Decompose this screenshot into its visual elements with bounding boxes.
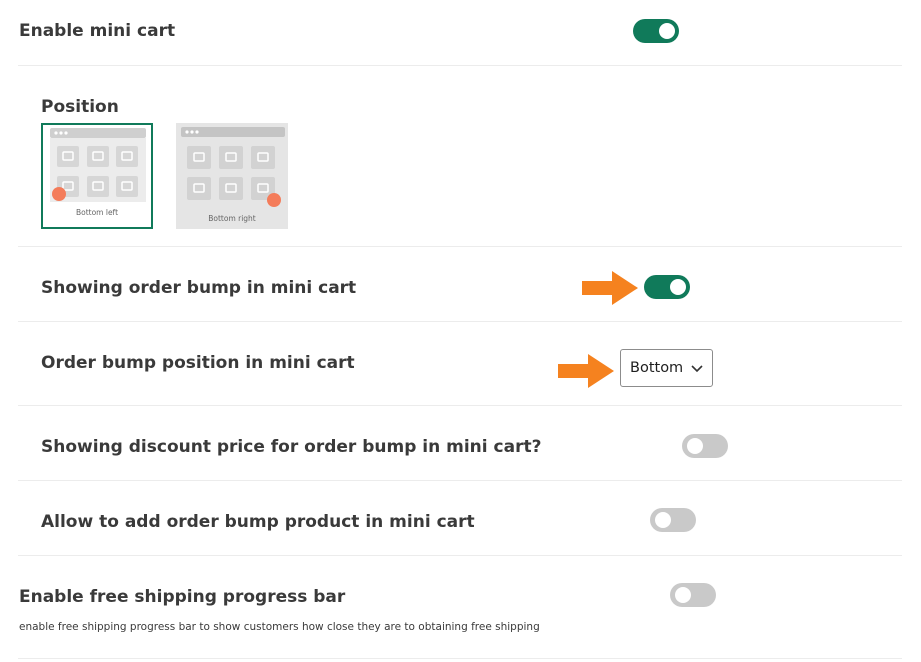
- enable-mini-cart-toggle[interactable]: [633, 19, 679, 43]
- order-bump-position-select[interactable]: Bottom: [620, 349, 713, 387]
- order-bump-toggle[interactable]: [644, 275, 690, 299]
- divider: [18, 555, 902, 556]
- position-option-bottom-left[interactable]: Bottom left: [41, 123, 153, 229]
- image-placeholder-icon: [187, 146, 275, 200]
- divider: [18, 321, 902, 322]
- toggle-knob: [655, 512, 671, 528]
- position-option-caption: Bottom right: [208, 214, 256, 223]
- free-shipping-toggle[interactable]: [670, 583, 716, 607]
- chevron-down-icon: [691, 365, 703, 373]
- free-shipping-description: enable free shipping progress bar to sho…: [19, 621, 540, 633]
- discount-price-label: Showing discount price for order bump in…: [41, 437, 542, 457]
- position-option-bottom-right[interactable]: Bottom right: [176, 123, 288, 229]
- toggle-knob: [659, 23, 675, 39]
- order-bump-position-label: Order bump position in mini cart: [41, 353, 355, 373]
- allow-add-toggle[interactable]: [650, 508, 696, 532]
- discount-price-toggle[interactable]: [682, 434, 728, 458]
- divider: [18, 246, 902, 247]
- divider: [18, 658, 902, 659]
- allow-add-label: Allow to add order bump product in mini …: [41, 512, 475, 532]
- order-bump-label: Showing order bump in mini cart: [41, 278, 357, 298]
- arrow-right-icon: [582, 271, 638, 305]
- position-option-caption: Bottom left: [75, 208, 119, 217]
- toggle-knob: [675, 587, 691, 603]
- divider: [18, 65, 902, 66]
- position-label: Position: [41, 97, 119, 117]
- divider: [18, 405, 902, 406]
- enable-mini-cart-label: Enable mini cart: [19, 21, 176, 41]
- arrow-right-icon: [558, 354, 614, 388]
- order-bump-position-value: Bottom: [630, 360, 684, 376]
- toggle-knob: [670, 279, 686, 295]
- divider: [18, 480, 902, 481]
- toggle-knob: [687, 438, 703, 454]
- free-shipping-label: Enable free shipping progress bar: [19, 587, 346, 607]
